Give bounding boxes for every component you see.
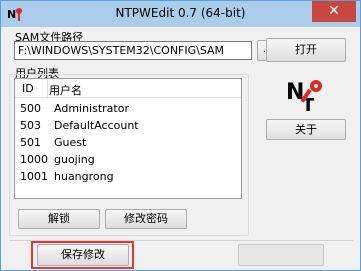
user-id: 1001 [20, 170, 48, 183]
column-divider[interactable] [47, 79, 48, 98]
save-button-highlight [31, 241, 134, 269]
user-id: 500 [20, 102, 41, 115]
column-header-username[interactable]: 用户名 [49, 82, 82, 98]
list-item[interactable]: 501 Guest [15, 134, 241, 151]
user-name: Guest [54, 136, 87, 149]
window-title: NTPWEdit 0.7 (64-bit) [115, 6, 246, 20]
user-name: guojing [54, 153, 95, 166]
user-id: 503 [20, 119, 41, 132]
user-name: huangrong [54, 170, 114, 183]
list-item[interactable]: 503 DefaultAccount [15, 117, 241, 134]
sam-path-field[interactable]: F:\WINDOWS\SYSTEM32\CONFIG\SAM [14, 41, 252, 60]
user-id: 501 [20, 136, 41, 149]
column-header-id[interactable]: ID [22, 82, 34, 95]
app-window: N NTPWEdit 0.7 (64-bit) ✕ SAM文件路径 F:\WIN… [0, 0, 361, 271]
user-id: 1000 [20, 153, 48, 166]
list-item[interactable]: 500 Administrator [15, 100, 241, 117]
user-name: Administrator [54, 102, 129, 115]
open-button[interactable]: 打开 [266, 38, 346, 62]
about-button[interactable]: 关于 [266, 119, 346, 140]
exit-button[interactable] [238, 244, 324, 266]
list-header: ID 用户名 [15, 79, 241, 98]
ntpwedit-logo-icon: N T [286, 80, 322, 113]
change-password-button[interactable]: 修改密码 [105, 209, 187, 229]
title-bar: N NTPWEdit 0.7 (64-bit) ✕ [1, 1, 360, 27]
user-list[interactable]: ID 用户名 500 Administrator 503 DefaultAcco… [14, 78, 242, 199]
list-item[interactable]: 1001 huangrong [15, 168, 241, 185]
user-name: DefaultAccount [54, 119, 139, 132]
close-button[interactable]: ✕ [312, 1, 356, 22]
close-icon: ✕ [328, 3, 340, 19]
list-item[interactable]: 1000 guojing [15, 151, 241, 168]
unlock-button[interactable]: 解锁 [18, 209, 100, 229]
